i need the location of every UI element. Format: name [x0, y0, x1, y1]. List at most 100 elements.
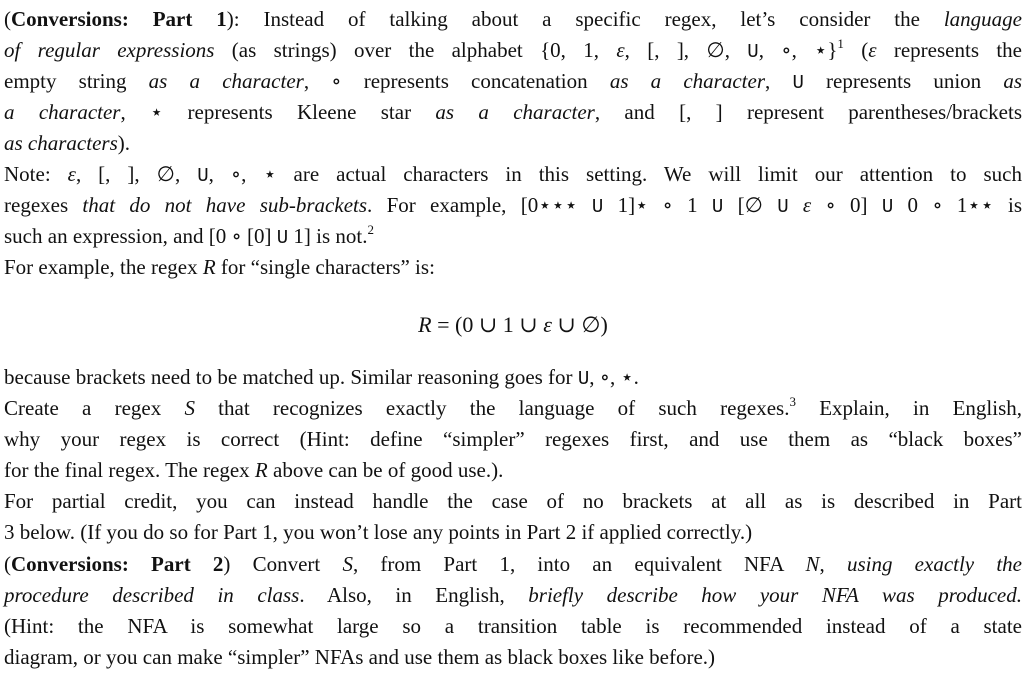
mono-symbol: U [777, 196, 789, 218]
text-line: of regular expressions (as strings) over… [4, 35, 1022, 66]
text-run: ( [4, 552, 11, 576]
display-equation: R = (0 ∪ 1 ∪ ε ∪ ∅) [4, 309, 1022, 340]
mono-symbol: U [881, 196, 894, 218]
text-line: a character, ⋆ represents Kleene star as… [4, 97, 1022, 128]
italic-run: R [202, 255, 216, 279]
text-run: For partial credit, you can instead hand… [4, 489, 1022, 513]
text-line: Create a regex S that recognizes exactly… [4, 393, 1022, 424]
text-run: regexes [4, 193, 83, 217]
text-run: , from Part 1, into an equivalent NFA [352, 552, 806, 576]
text-run: 1]⋆ ∘ 1 [603, 193, 712, 217]
text-run: ): Instead of talking about a specific r… [226, 7, 944, 31]
mono-symbol: U [577, 368, 590, 390]
italic-run: as a character [609, 69, 765, 93]
italic-run: a character [4, 100, 121, 124]
text-run: ∘ 0] [811, 193, 882, 217]
mono-symbol: U [591, 196, 604, 218]
mono-symbol: U [711, 196, 724, 218]
text-run: . For example, [0⋆⋆⋆ [367, 193, 592, 217]
text-run: . Also, in English, [299, 583, 529, 607]
italic-run: briefly describe how your NFA was produc… [528, 583, 1022, 607]
text-run: such an expression, and [0 ∘ [0] [4, 224, 277, 248]
text-run: empty string [4, 69, 149, 93]
italic-run: R [418, 312, 432, 337]
italic-run: as [1003, 69, 1023, 93]
italic-run: ε [67, 162, 76, 186]
text-line: For example, the regex R for “single cha… [4, 252, 1022, 283]
text-line: (Hint: the NFA is somewhat large so a tr… [4, 611, 1022, 642]
text-line: such an expression, and [0 ∘ [0] U 1] is… [4, 221, 1022, 252]
italic-run: of regular expressions [4, 38, 215, 62]
text-line: empty string as a character, ∘ represent… [4, 66, 1022, 97]
text-run: , [765, 69, 793, 93]
text-run: ( [843, 38, 869, 62]
text-run: (Hint: the NFA is somewhat large so a tr… [4, 614, 1022, 638]
text-line: because brackets need to be matched up. … [4, 362, 1022, 393]
text-run: [∅ [723, 193, 778, 217]
text-run: Create a regex [4, 396, 185, 420]
text-run: , ∘, ⋆ are actual characters in this set… [208, 162, 1022, 186]
mono-symbol: U [276, 227, 289, 249]
italic-run: S [342, 552, 353, 576]
text-run: ∪ ∅) [551, 312, 608, 337]
text-line: regexes that do not have sub-brackets. F… [4, 190, 1022, 221]
italic-run: language [943, 7, 1022, 31]
text-run: Explain, in English, [795, 396, 1022, 420]
italic-run: ε [868, 38, 877, 62]
text-run: that recognizes exactly the language of … [194, 396, 790, 420]
text-run: above can be of good use.). [267, 458, 504, 482]
text-run: Note: [4, 162, 68, 186]
italic-run: ε [802, 193, 812, 217]
text-run: , ∘, ⋆. [589, 365, 639, 389]
italic-run: as a character [435, 100, 595, 124]
text-line: for the final regex. The regex R above c… [4, 455, 1022, 486]
italic-run: using exactly the [846, 552, 1022, 576]
mono-symbol: U [747, 41, 759, 63]
italic-run: N [805, 552, 820, 576]
text-run: (as strings) over the alphabet {0, 1, [214, 38, 617, 62]
italic-run: as characters [4, 131, 118, 155]
bold-heading: Conversions: Part 2 [11, 552, 224, 576]
text-run: why your regex is correct (Hint: define … [4, 427, 1022, 451]
text-run: = (0 ∪ 1 ∪ [431, 312, 544, 337]
text-line: Note: ε, [, ], ∅, U, ∘, ⋆ are actual cha… [4, 159, 1022, 190]
text-line: (Conversions: Part 1): Instead of talkin… [4, 4, 1022, 35]
text-run: for the final regex. The regex [4, 458, 255, 482]
text-run: represents the [876, 38, 1022, 62]
text-run: , ⋆ represents Kleene star [120, 100, 436, 124]
text-line: why your regex is correct (Hint: define … [4, 424, 1022, 455]
text-run: , [, ], ∅, [624, 38, 748, 62]
italic-run: ε [616, 38, 625, 62]
italic-run: ε [543, 312, 552, 337]
text-line: procedure described in class. Also, in E… [4, 580, 1022, 611]
text-run: ( [4, 7, 11, 31]
text-run: , ∘, ⋆} [758, 38, 838, 62]
text-line: For partial credit, you can instead hand… [4, 486, 1022, 517]
mono-symbol: U [792, 72, 804, 94]
text-run: , [819, 552, 847, 576]
bold-heading: Conversions: Part 1 [11, 7, 227, 31]
text-run: because brackets need to be matched up. … [4, 365, 578, 389]
italic-run: R [254, 458, 268, 482]
italic-run: as a character [148, 69, 304, 93]
italic-run: that do not have sub-brackets [82, 193, 368, 217]
text-run: represents union [803, 69, 1004, 93]
italic-run: S [184, 396, 195, 420]
text-run: for “single characters” is: [215, 255, 435, 279]
footnote-marker: 2 [367, 222, 374, 237]
text-run: 3 below. (If you do so for Part 1, you w… [4, 520, 753, 544]
text-run: diagram, or you can make “simpler” NFAs … [4, 645, 716, 669]
text-run: For example, the regex [4, 255, 203, 279]
text-run: 0 ∘ 1⋆⋆ is [893, 193, 1022, 217]
text-run: , and [, ] represent parentheses/bracket… [594, 100, 1022, 124]
text-line: as characters). [4, 128, 1022, 159]
text-run: , [, ], ∅, [75, 162, 198, 186]
text-line: 3 below. (If you do so for Part 1, you w… [4, 517, 1022, 548]
mono-symbol: U [197, 165, 209, 187]
text-line: (Conversions: Part 2) Convert S, from Pa… [4, 549, 1022, 580]
text-run [789, 193, 803, 217]
text-run: 1] is not. [288, 224, 368, 248]
text-run: ) Convert [223, 552, 343, 576]
italic-run: procedure described in class [4, 583, 300, 607]
text-run: ). [117, 131, 130, 155]
